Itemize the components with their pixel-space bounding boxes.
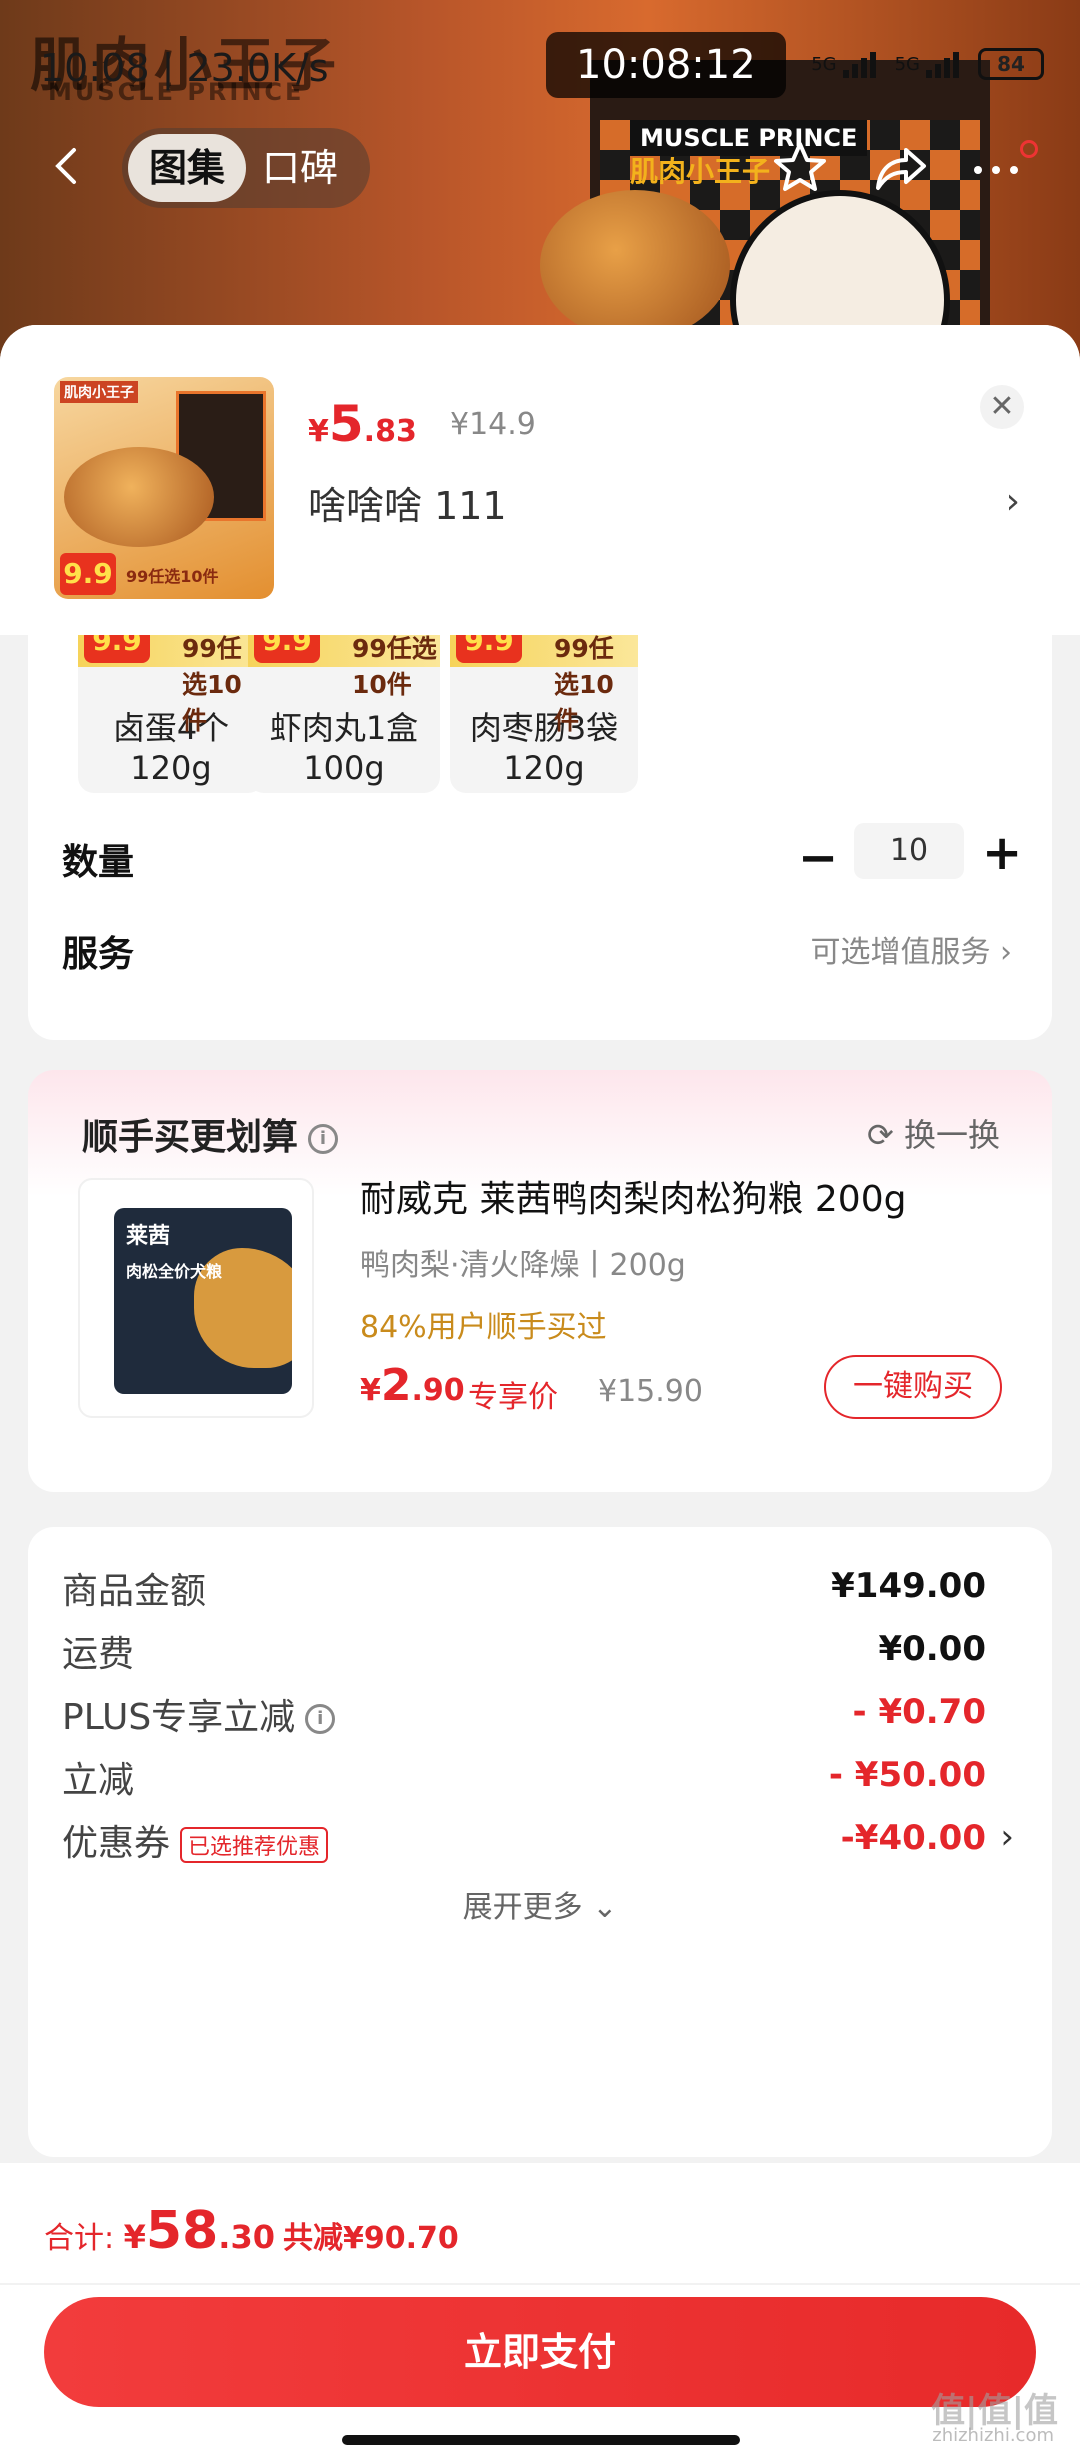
more-icon[interactable] — [966, 138, 1026, 198]
one-click-buy-button[interactable]: 一键购买 — [824, 1355, 1002, 1419]
options-card: 9.9 99任选10件 卤蛋4个 120g 9.9 99任选10件 虾肉丸1盒 … — [28, 625, 1052, 1040]
info-icon[interactable]: i — [308, 1124, 339, 1154]
summary-value: ¥0.00 — [878, 1629, 986, 1669]
tab-reviews[interactable]: 口碑 — [262, 134, 338, 202]
tab-gallery[interactable]: 图集 — [128, 134, 246, 202]
battery-icon: 84 — [978, 48, 1044, 80]
view-switch: 图集 口碑 — [122, 128, 370, 208]
hero-chicken-leg — [540, 190, 730, 340]
addon-title: 顺手买更划算 i — [82, 1108, 339, 1160]
total-price: 合计: ¥58.30 共减¥90.70 — [44, 2201, 459, 2261]
summary-row: 立减 - ¥50.00 — [62, 1751, 986, 1811]
addon-exclusive-label: 专享价 — [468, 1380, 558, 1415]
summary-value: - ¥0.70 — [852, 1692, 987, 1732]
summary-label: 立减 — [62, 1760, 135, 1801]
purchase-sheet: 肌肉小王子 9.9 99任选10件 ¥5.83 ¥14.9 啥啥啥 111 ✕ … — [0, 325, 1080, 2460]
quantity-increase-button[interactable]: + — [982, 825, 1022, 881]
summary-value: -¥40.00 — [840, 1818, 986, 1858]
service-label: 服务 — [62, 934, 135, 975]
status-bar: 10:08 | 23.0K/s 10:08:12 5G 5G 84 — [36, 32, 1044, 98]
bag-title: 肉松全价犬粮 — [126, 1262, 223, 1281]
info-icon[interactable]: i — [305, 1704, 336, 1734]
thumb-brand: 肌肉小王子 — [60, 381, 138, 403]
addon-card: 顺手买更划算 i ⟳ 换一换 莱茜 肉松全价犬粮 耐威克 莱茜鸭肉梨肉松狗粮 20… — [28, 1070, 1052, 1492]
summary-value: ¥149.00 — [831, 1566, 986, 1606]
current-price: ¥5.83 — [308, 395, 417, 453]
option-card[interactable]: 9.9 99任选10件 肉枣肠3袋 120g — [450, 625, 638, 793]
option-tag: 99任选10件 — [554, 634, 614, 735]
quantity-label: 数量 — [62, 842, 135, 883]
summary-label: 运费 — [62, 1634, 135, 1675]
status-time-speed: 10:08 | 23.0K/s — [40, 46, 329, 90]
summary-row: 运费 ¥0.00 — [62, 1625, 986, 1685]
signal-icon — [926, 50, 964, 78]
dog-food-bag: 莱茜 肉松全价犬粮 — [114, 1208, 292, 1394]
back-arrow-icon[interactable] — [48, 146, 88, 186]
watermark-url: zhizhizhi.com — [932, 2425, 1054, 2446]
swap-button[interactable]: ⟳ 换一换 — [867, 1110, 1000, 1156]
option-card[interactable]: 9.9 99任选10件 虾肉丸1盒 100g — [248, 625, 440, 793]
addon-original-price: ¥15.90 — [598, 1374, 703, 1409]
sheet-header: 肌肉小王子 9.9 99任选10件 ¥5.83 ¥14.9 啥啥啥 111 ✕ … — [0, 325, 1080, 635]
quantity-input[interactable]: 10 — [854, 823, 964, 879]
summary-row: 商品金额 ¥149.00 — [62, 1562, 986, 1622]
original-price: ¥14.9 — [450, 407, 536, 442]
chevron-right-icon[interactable]: › — [1006, 481, 1020, 522]
chevron-right-icon[interactable]: › — [1000, 1817, 1014, 1857]
status-icons: 5G 5G 84 — [811, 48, 1044, 80]
close-icon[interactable]: ✕ — [980, 385, 1024, 429]
product-thumbnail[interactable]: 肌肉小王子 9.9 99任选10件 — [54, 377, 274, 599]
divider — [0, 2283, 1080, 2285]
network-label-1: 5G — [811, 53, 837, 75]
network-label-2: 5G — [894, 53, 920, 75]
favorite-star-icon[interactable] — [770, 138, 830, 198]
expand-more-button[interactable]: 展开更多 ⌄ — [28, 1882, 1052, 1926]
clock-overlay: 10:08:12 — [546, 32, 786, 98]
signal-icon — [842, 50, 881, 78]
total-saved: 共减¥90.70 — [282, 2221, 459, 2256]
bag-brand: 莱茜 — [126, 1224, 171, 1249]
addon-spec: 鸭肉梨·清火降燥丨200g — [360, 1248, 686, 1283]
order-summary: 商品金额 ¥149.00 运费 ¥0.00 PLUS专享立减 i - ¥0.70 … — [28, 1527, 1052, 2157]
addon-popularity: 84%用户顺手买过 — [360, 1310, 607, 1345]
service-selector[interactable]: 可选增值服务 › — [810, 927, 1012, 971]
notification-dot — [1020, 140, 1038, 158]
thumb-promo-tag: 99任选10件 — [126, 567, 219, 586]
addon-product-name[interactable]: 耐威克 莱茜鸭肉梨肉松狗粮 200g — [360, 1170, 906, 1222]
summary-label: 优惠券 已选推荐优惠 — [62, 1814, 329, 1866]
checkout-bar: 合计: ¥58.30 共减¥90.70 立即支付 值|值|值 zhizhizhi.… — [0, 2163, 1080, 2460]
option-tag: 99任选10件 — [352, 634, 437, 699]
coupon-row[interactable]: 优惠券 已选推荐优惠 -¥40.00 — [62, 1814, 986, 1874]
pay-now-button[interactable]: 立即支付 — [44, 2297, 1036, 2407]
coupon-tag: 已选推荐优惠 — [180, 1827, 329, 1863]
home-indicator[interactable] — [342, 2435, 740, 2445]
summary-value: - ¥50.00 — [828, 1755, 986, 1795]
summary-label: PLUS专享立减 i — [62, 1688, 336, 1740]
thumb-chicken — [64, 447, 214, 547]
option-card[interactable]: 9.9 99任选10件 卤蛋4个 120g — [78, 625, 264, 793]
addon-product-image[interactable]: 莱茜 肉松全价犬粮 — [78, 1178, 314, 1418]
summary-row: PLUS专享立减 i - ¥0.70 — [62, 1688, 986, 1748]
addon-price: ¥2.90 — [360, 1360, 465, 1411]
share-icon[interactable] — [870, 138, 930, 198]
thumb-price-badge: 9.9 — [60, 553, 116, 595]
quantity-decrease-button[interactable]: − — [798, 830, 838, 886]
option-label: 虾肉丸1盒 100g — [269, 709, 419, 787]
summary-label: 商品金额 — [62, 1571, 207, 1612]
selected-variant: 啥啥啥 111 — [308, 484, 507, 528]
top-nav: 图集 口碑 — [0, 128, 1080, 208]
